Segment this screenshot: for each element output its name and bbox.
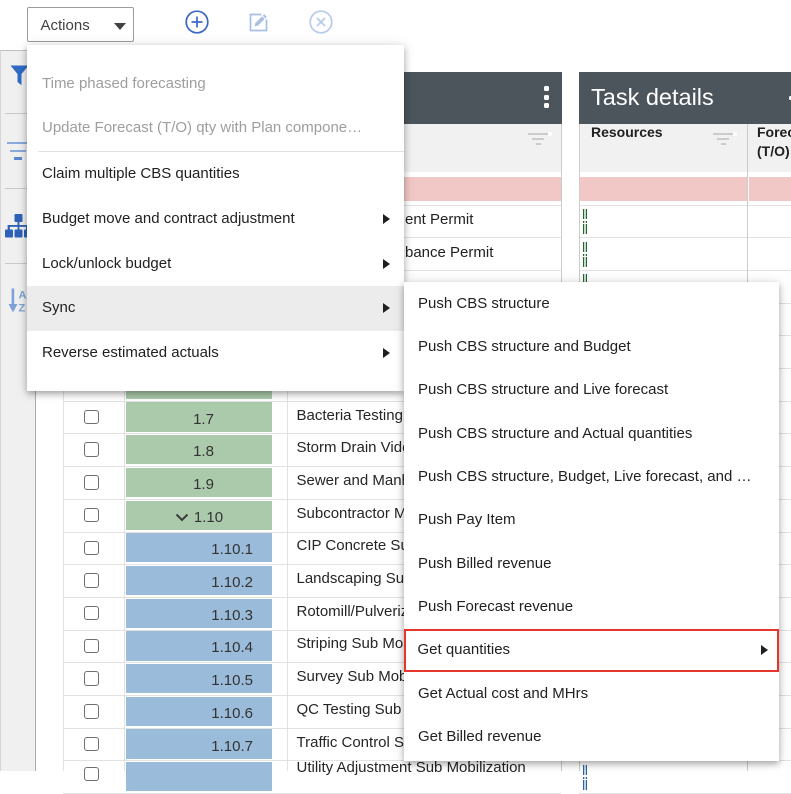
svg-text:A: A bbox=[19, 290, 27, 302]
svg-text:Z: Z bbox=[19, 303, 26, 315]
